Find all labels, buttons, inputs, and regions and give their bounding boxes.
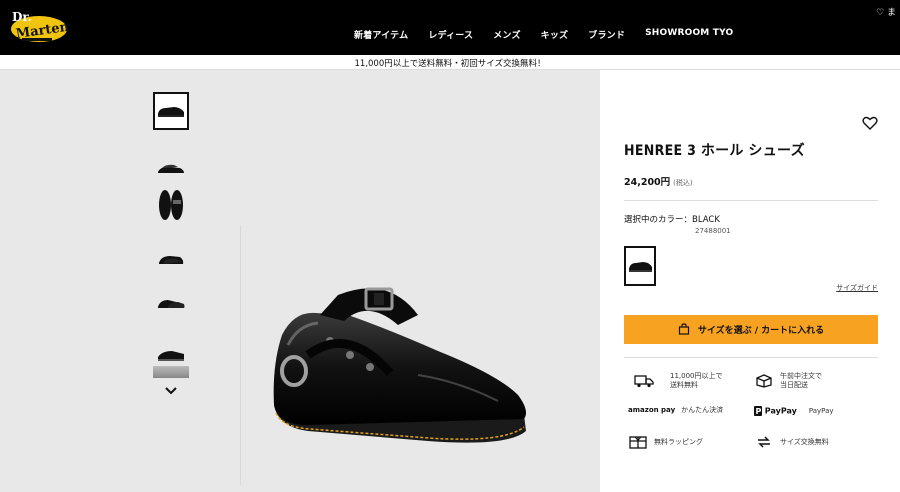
thumbnail-three-quarter[interactable]	[153, 240, 189, 278]
main-product-image	[268, 255, 530, 455]
svg-text:P: P	[756, 407, 762, 416]
feature-size-exchange: サイズ交換無料	[754, 434, 829, 450]
color-swatch-black[interactable]	[624, 246, 656, 286]
promo-text: 11,000円以上で送料無料・初回サイズ交換無料！	[354, 59, 546, 69]
feature-paypay: P PayPay PayPay	[754, 406, 834, 416]
feature-amazon-pay: amazon pay かんたん決済	[628, 406, 723, 415]
product-title: HENREE 3 ホール シューズ	[624, 143, 805, 159]
product-sku: 27488001	[695, 227, 731, 235]
feature-line: 送料無料	[670, 381, 698, 389]
product-price: 24,200円 (税込)	[624, 174, 693, 188]
brand-logo[interactable]: Dr. Martens	[8, 5, 77, 47]
feature-line: 当日配送	[780, 381, 808, 389]
feature-line: かんたん決済	[681, 406, 724, 414]
gallery-divider	[240, 225, 241, 485]
svg-text:Dr.: Dr.	[12, 10, 32, 24]
nav-mens[interactable]: メンズ	[493, 28, 520, 41]
add-to-cart-button[interactable]: サイズを選ぶ / カートに入れる	[624, 315, 878, 344]
nav-brand[interactable]: ブランド	[588, 28, 625, 41]
product-info-panel: HENREE 3 ホール シューズ 24,200円 (税込) 選択中のカラー：BL…	[600, 70, 900, 492]
heart-icon[interactable]	[862, 116, 878, 131]
feature-line: 無料ラッピング	[654, 437, 703, 446]
feature-line: サイズ交換無料	[780, 437, 829, 446]
feature-line: PayPay	[808, 406, 834, 415]
shopping-bag-icon	[678, 320, 690, 339]
nav-showroom[interactable]: SHOWROOM TYO	[645, 28, 733, 41]
feature-same-day: 午前中注文で 当日配送	[754, 372, 822, 390]
nav-new-arrivals[interactable]: 新着アイテム	[354, 28, 408, 41]
divider	[624, 357, 878, 358]
truck-icon	[634, 373, 654, 389]
main-nav: 新着アイテム レディース メンズ キッズ ブランド SHOWROOM TYO	[354, 28, 753, 41]
feature-text: 11,000円以上で 送料無料	[670, 372, 723, 390]
nav-kids[interactable]: キッズ	[541, 28, 569, 41]
price-value: 24,200円	[624, 177, 671, 188]
thumbnail-top[interactable]	[153, 186, 189, 224]
divider	[624, 200, 878, 201]
thumbnail-pair-side[interactable]	[153, 150, 189, 188]
feature-gift-wrap: 無料ラッピング	[628, 434, 703, 450]
wishlist-link[interactable]: ♡ ま	[876, 5, 896, 18]
thumbnail-pair-front[interactable]	[153, 284, 189, 322]
size-guide-link[interactable]: サイズガイド	[836, 283, 878, 293]
selected-color-label: 選択中のカラー：BLACK	[624, 215, 720, 225]
feature-line: 午前中注文で	[780, 372, 822, 380]
nav-ladies[interactable]: レディース	[428, 28, 473, 41]
top-navigation-bar: Dr. Martens 新着アイテム レディース メンズ キッズ ブランド SH…	[0, 0, 900, 55]
paypay-logo: P PayPay	[754, 406, 797, 416]
box-icon	[754, 373, 774, 389]
chevron-down-icon[interactable]	[162, 383, 180, 397]
thumbnail-partial[interactable]	[153, 366, 189, 378]
paypay-logo-text: PayPay	[764, 406, 797, 416]
thumbnail-side[interactable]	[153, 92, 189, 130]
exchange-icon	[754, 434, 774, 450]
promo-banner: 11,000円以上で送料無料・初回サイズ交換無料！	[0, 55, 900, 70]
gift-icon	[628, 434, 648, 450]
feature-line: 11,000円以上で	[670, 372, 723, 380]
feature-text: 午前中注文で 当日配送	[780, 372, 822, 390]
amazon-pay-logo: amazon pay	[628, 406, 676, 414]
tax-note: (税込)	[673, 179, 693, 187]
add-to-cart-label: サイズを選ぶ / カートに入れる	[697, 326, 825, 336]
feature-free-shipping: 11,000円以上で 送料無料	[634, 372, 723, 390]
